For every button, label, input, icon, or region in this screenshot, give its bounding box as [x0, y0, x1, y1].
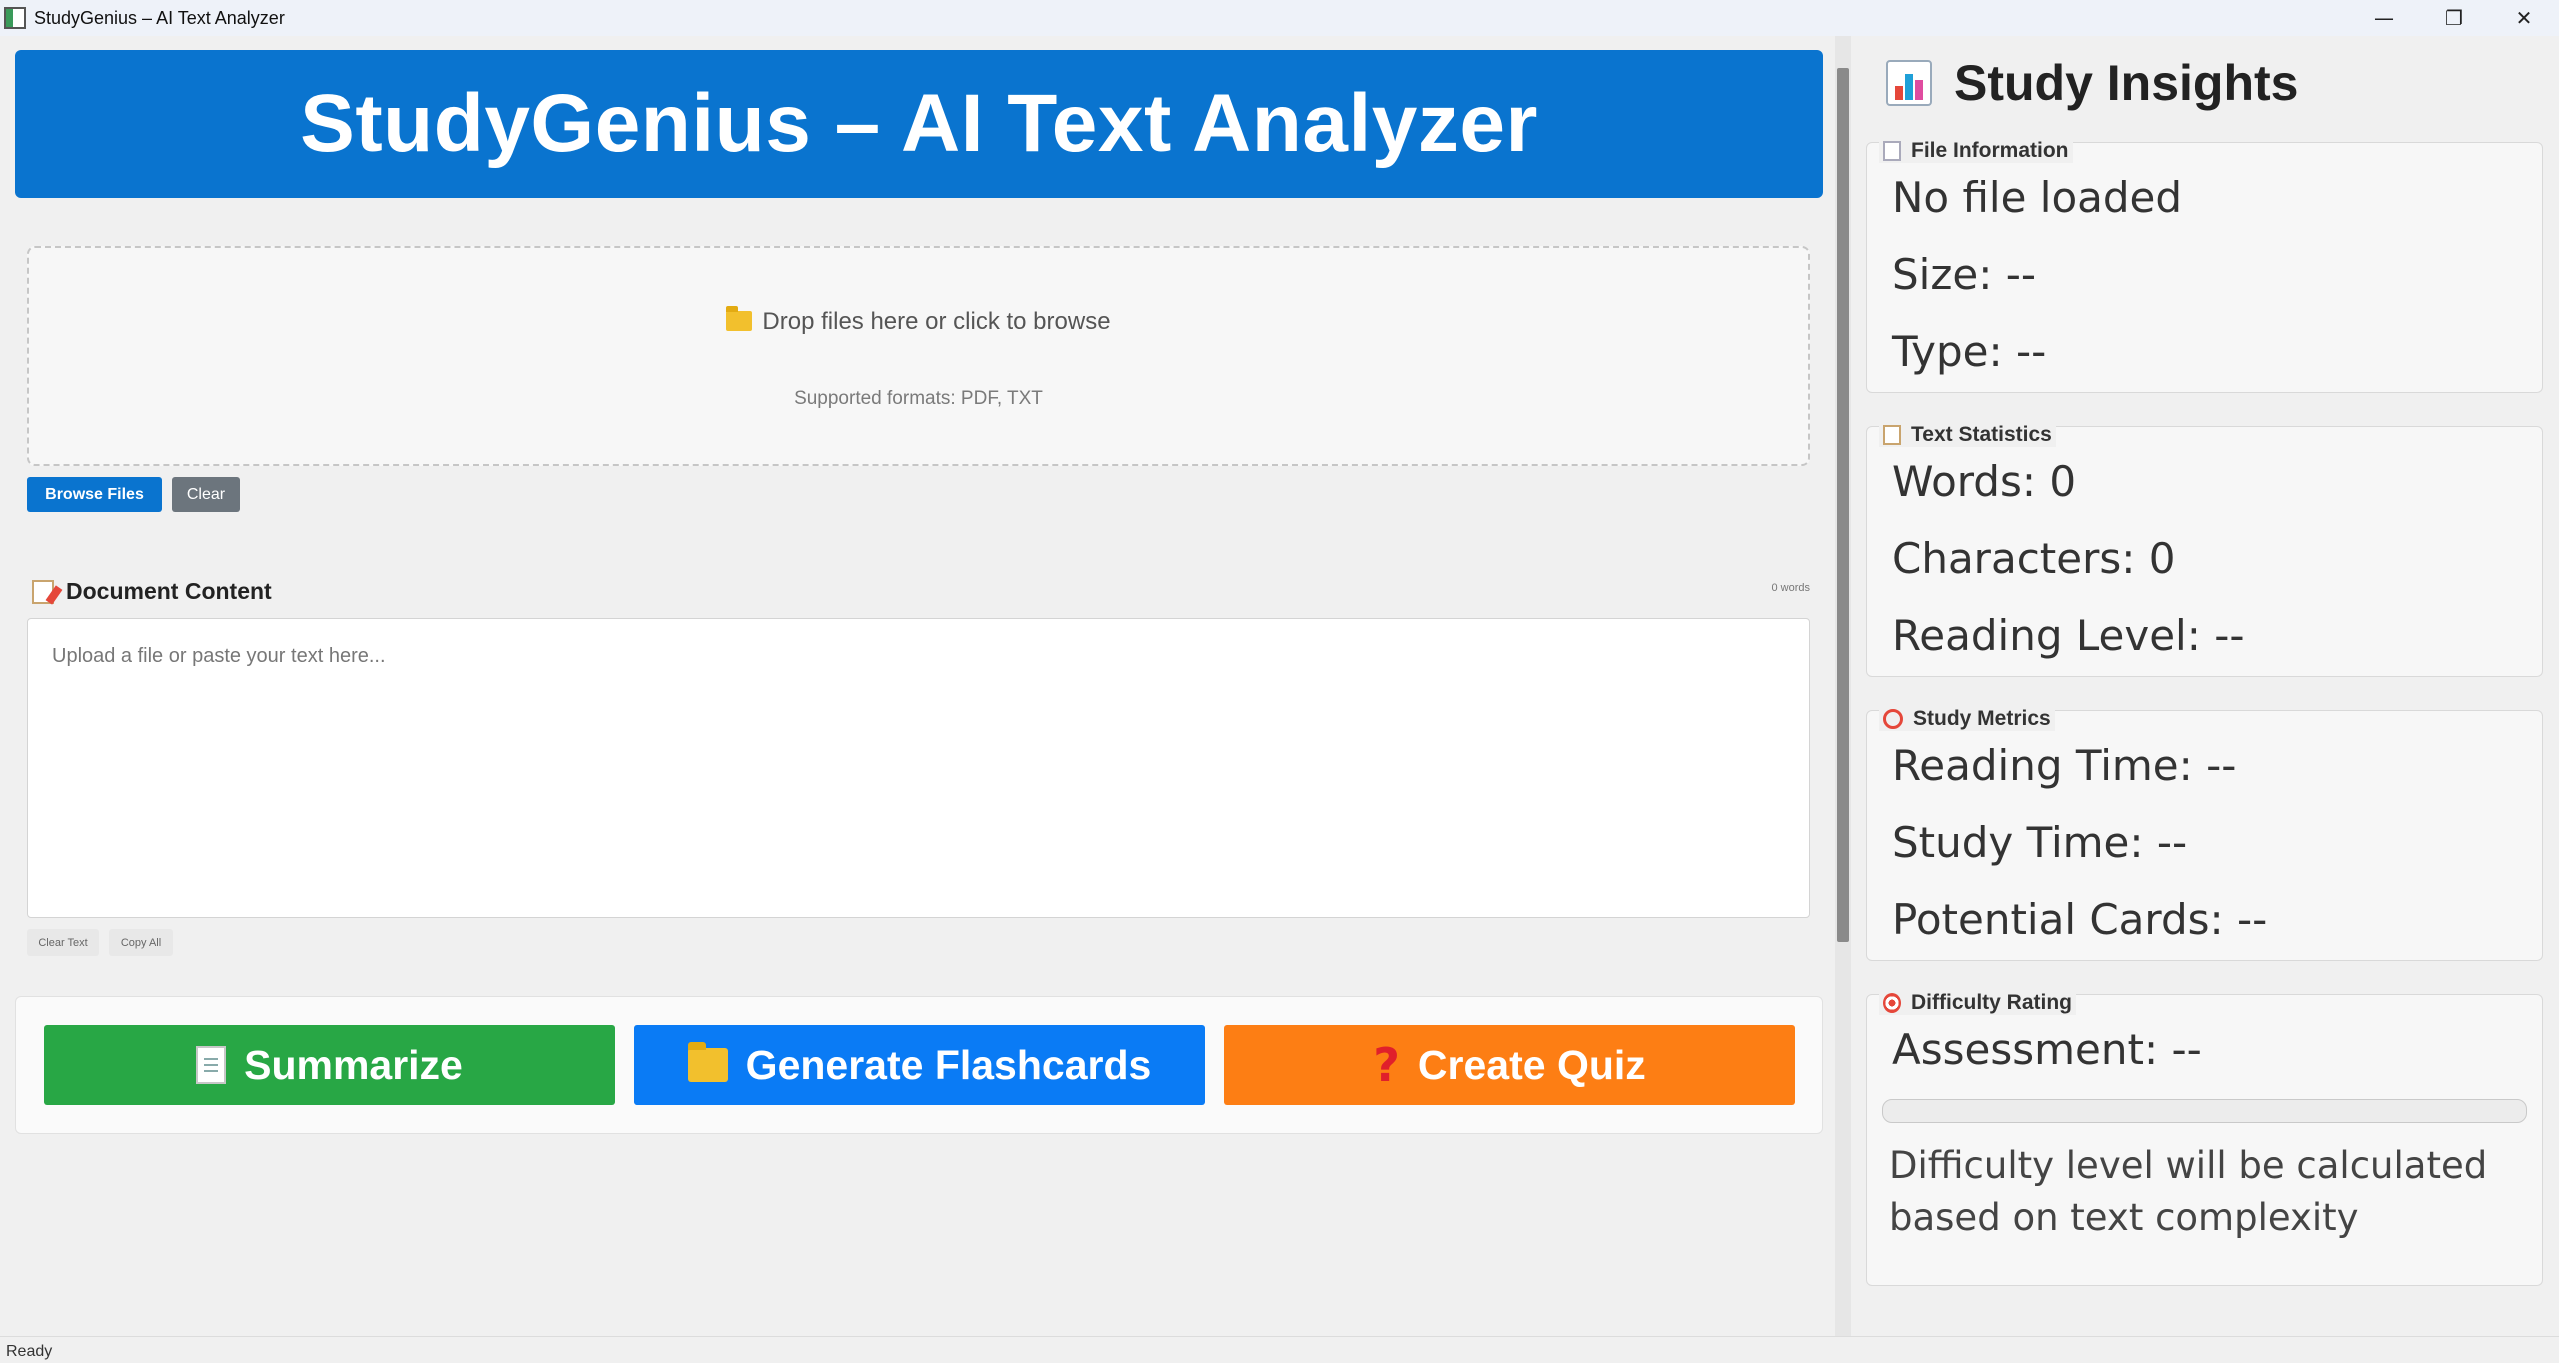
action-panel: Summarize Generate Flashcards ? Create Q…: [15, 996, 1823, 1134]
bar-chart-icon: [1886, 60, 1932, 106]
document-text-area[interactable]: Upload a file or paste your text here...: [27, 618, 1810, 918]
status-text: Ready: [6, 1343, 53, 1360]
file-type-value: Type: --: [1892, 327, 2047, 376]
quiz-label: Create Quiz: [1417, 1041, 1646, 1088]
word-count: 0 words: [1771, 582, 1810, 594]
generate-flashcards-button[interactable]: Generate Flashcards: [634, 1025, 1205, 1105]
insights-pane: Study Insights File Information No file …: [1852, 36, 2559, 1336]
window-title: StudyGenius – AI Text Analyzer: [34, 7, 285, 28]
memo-icon: [1883, 425, 1901, 445]
drop-text: Drop files here or click to browse: [762, 308, 1111, 335]
copy-all-button[interactable]: Copy All: [109, 929, 173, 956]
potential-cards-value: Potential Cards: --: [1892, 895, 2268, 944]
difficulty-title: Difficulty Rating: [1911, 991, 2072, 1014]
difficulty-note: Difficulty level will be calculated base…: [1889, 1144, 2488, 1239]
summarize-label: Summarize: [244, 1041, 463, 1088]
study-time-value: Study Time: --: [1892, 818, 2188, 867]
summarize-button[interactable]: Summarize: [44, 1025, 615, 1105]
target-icon: [1883, 993, 1901, 1013]
character-count-value: Characters: 0: [1892, 534, 2176, 583]
word-count-value: Words: 0: [1892, 457, 2077, 506]
file-info-label: File Information: [1879, 139, 2073, 163]
page-icon: [196, 1046, 227, 1084]
create-quiz-button[interactable]: ? Create Quiz: [1224, 1025, 1795, 1105]
document-title: Document Content: [66, 578, 272, 604]
minimize-button[interactable]: —: [2349, 0, 2419, 36]
status-bar: Ready: [0, 1336, 2559, 1360]
folder-icon: [726, 306, 753, 331]
supported-formats: Supported formats: PDF, TXT: [794, 388, 1043, 409]
reading-time-value: Reading Time: --: [1892, 741, 2237, 790]
study-metrics-card: Study Metrics Reading Time: -- Study Tim…: [1866, 707, 2543, 961]
file-dropzone[interactable]: Drop files here or click to browse Suppo…: [27, 246, 1810, 466]
question-mark-icon: ?: [1373, 1038, 1400, 1092]
main-pane: StudyGenius – AI Text Analyzer Drop file…: [0, 36, 1850, 1336]
app-icon: [4, 7, 26, 29]
clear-text-button[interactable]: Clear Text: [27, 929, 99, 956]
browse-files-button[interactable]: Browse Files: [27, 477, 162, 512]
clear-button[interactable]: Clear: [172, 477, 240, 512]
card-index-icon: [687, 1042, 728, 1082]
restore-button[interactable]: ❐: [2419, 0, 2489, 36]
study-metrics-title: Study Metrics: [1913, 707, 2051, 730]
assessment-value: Assessment: --: [1892, 1025, 2202, 1074]
file-size-value: Size: --: [1892, 250, 2037, 299]
drop-instructions: Drop files here or click to browse: [29, 306, 1808, 336]
header-banner: StudyGenius – AI Text Analyzer: [15, 50, 1823, 198]
difficulty-card: Difficulty Rating Assessment: -- Difficu…: [1866, 991, 2543, 1286]
scrollbar-thumb[interactable]: [1837, 68, 1849, 942]
window-titlebar: StudyGenius – AI Text Analyzer — ❐ ✕: [0, 0, 2559, 36]
app-heading: StudyGenius – AI Text Analyzer: [300, 78, 1538, 169]
difficulty-progress-bar: [1882, 1099, 2527, 1123]
file-name-value: No file loaded: [1892, 173, 2183, 222]
window-controls: — ❐ ✕: [2349, 0, 2559, 36]
flashcards-label: Generate Flashcards: [745, 1041, 1152, 1088]
insights-header: Study Insights: [1886, 54, 2298, 112]
close-button[interactable]: ✕: [2489, 0, 2559, 36]
stopwatch-icon: [1883, 709, 1903, 729]
reading-level-value: Reading Level: --: [1892, 611, 2245, 660]
text-stats-card: Text Statistics Words: 0 Characters: 0 R…: [1866, 423, 2543, 677]
document-icon: [1883, 141, 1901, 161]
insights-title: Study Insights: [1954, 55, 2299, 111]
file-info-card: File Information No file loaded Size: --…: [1866, 139, 2543, 393]
text-area-placeholder: Upload a file or paste your text here...: [52, 645, 386, 667]
text-stats-title: Text Statistics: [1911, 423, 2052, 446]
study-metrics-label: Study Metrics: [1879, 707, 2055, 731]
memo-icon: [32, 579, 54, 604]
file-info-title: File Information: [1911, 139, 2069, 162]
document-header: Document Content: [32, 578, 272, 605]
difficulty-label: Difficulty Rating: [1879, 991, 2076, 1015]
text-stats-label: Text Statistics: [1879, 423, 2056, 447]
